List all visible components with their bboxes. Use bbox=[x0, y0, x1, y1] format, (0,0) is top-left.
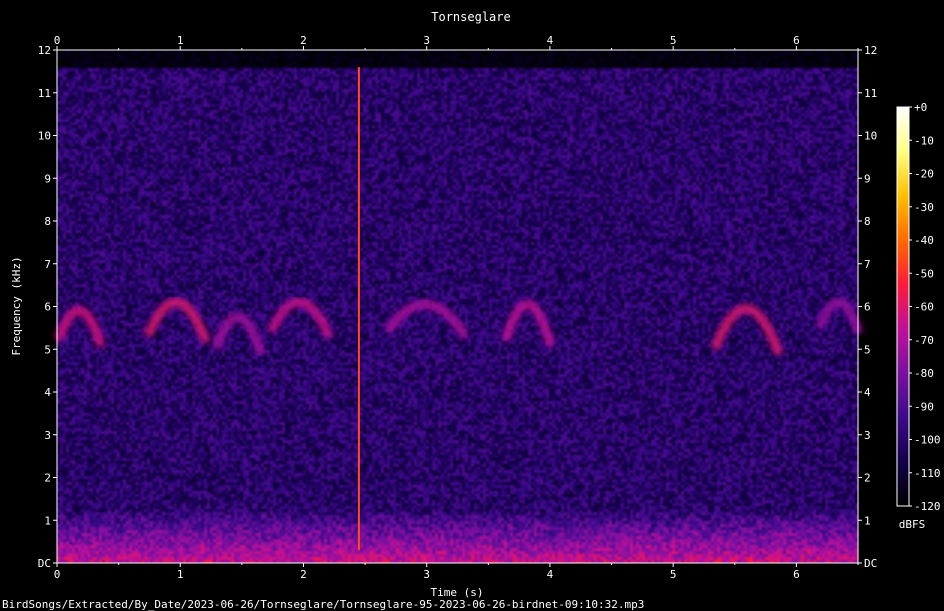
colorbar-tick-label: -70 bbox=[914, 334, 934, 347]
colorbar-tick-label: -60 bbox=[914, 301, 934, 314]
y-tick-label-right: 6 bbox=[864, 301, 871, 314]
spectrogram-plot bbox=[54, 49, 863, 564]
x-tick-label: 0 bbox=[54, 568, 61, 581]
colorbar-tick-label: +0 bbox=[914, 101, 927, 114]
x-tick-label: 5 bbox=[670, 568, 677, 581]
y-tick-label: 11 bbox=[38, 87, 51, 100]
x-tick-label-top: 4 bbox=[547, 34, 554, 47]
y-tick-label: 12 bbox=[38, 44, 51, 57]
y-tick-label: 8 bbox=[44, 215, 51, 228]
y-tick-label-right: 4 bbox=[864, 386, 871, 399]
y-tick-label-right: 12 bbox=[864, 44, 877, 57]
spectrogram-figure: Tornseglare 00112233445566DC DC1 12 23 34 45 5… bbox=[2, 10, 941, 611]
colorbar-tick-label: -110 bbox=[914, 467, 941, 480]
y-tick-label: 3 bbox=[44, 429, 51, 442]
colorbar-tick-label: -90 bbox=[914, 400, 934, 413]
x-tick-label-top: 0 bbox=[54, 34, 61, 47]
colorbar-tick-label: -20 bbox=[914, 168, 934, 181]
chart-title: Tornseglare bbox=[431, 10, 510, 24]
y-tick-label-right: 3 bbox=[864, 429, 871, 442]
y-tick-label: 2 bbox=[44, 472, 51, 485]
file-path-caption: BirdSongs/Extracted/By_Date/2023-06-26/T… bbox=[2, 598, 644, 611]
y-tick-label-right: 7 bbox=[864, 258, 871, 271]
y-tick-label-right: 2 bbox=[864, 472, 871, 485]
colorbar: +0 -10 -20 -30 -40 -50 -60 -70 -80 -90 -100 -110 -12… bbox=[896, 101, 941, 531]
y-tick-label: 10 bbox=[38, 130, 51, 143]
y-axis-label: Frequency (kHz) bbox=[10, 256, 23, 355]
y-tick-label-right: 5 bbox=[864, 343, 871, 356]
x-tick-label-top: 1 bbox=[177, 34, 184, 47]
colorbar-tick-label: -10 bbox=[914, 134, 934, 147]
y-tick-label: 7 bbox=[44, 258, 51, 271]
y-tick-label-right: 9 bbox=[864, 172, 871, 185]
y-tick-label-right: DC bbox=[864, 557, 877, 570]
colorbar-tick-label: -40 bbox=[914, 234, 934, 247]
colorbar-tick-label: -50 bbox=[914, 267, 934, 280]
x-tick-label-top: 2 bbox=[300, 34, 307, 47]
y-tick-label: DC bbox=[38, 557, 51, 570]
x-tick-label: 2 bbox=[300, 568, 307, 581]
x-tick-label: 4 bbox=[547, 568, 554, 581]
x-tick-label-top: 6 bbox=[793, 34, 800, 47]
colorbar-tick-label: -100 bbox=[914, 434, 941, 447]
colorbar-ticks: +0 -10 -20 -30 -40 -50 -60 -70 -80 -90 -100 -110 -12… bbox=[909, 101, 941, 513]
x-tick-label-top: 3 bbox=[423, 34, 430, 47]
x-tick-label: 6 bbox=[793, 568, 800, 581]
y-tick-label: 9 bbox=[44, 172, 51, 185]
y-tick-label-right: 11 bbox=[864, 87, 877, 100]
y-tick-label: 5 bbox=[44, 343, 51, 356]
y-tick-label: 4 bbox=[44, 386, 51, 399]
x-tick-label: 1 bbox=[177, 568, 184, 581]
y-tick-label-right: 10 bbox=[864, 130, 877, 143]
y-tick-label-right: 8 bbox=[864, 215, 871, 228]
x-tick-label-top: 5 bbox=[670, 34, 677, 47]
y-tick-label: 1 bbox=[44, 514, 51, 527]
y-tick-label: 6 bbox=[44, 301, 51, 314]
colorbar-tick-label: -120 bbox=[914, 500, 941, 513]
colorbar-tick-label: -80 bbox=[914, 367, 934, 380]
y-tick-label-right: 1 bbox=[864, 514, 871, 527]
x-tick-label: 3 bbox=[423, 568, 430, 581]
colorbar-tick-label: -30 bbox=[914, 201, 934, 214]
colorbar-unit-label: dBFS bbox=[899, 518, 926, 531]
colorbar-gradient bbox=[896, 106, 910, 507]
